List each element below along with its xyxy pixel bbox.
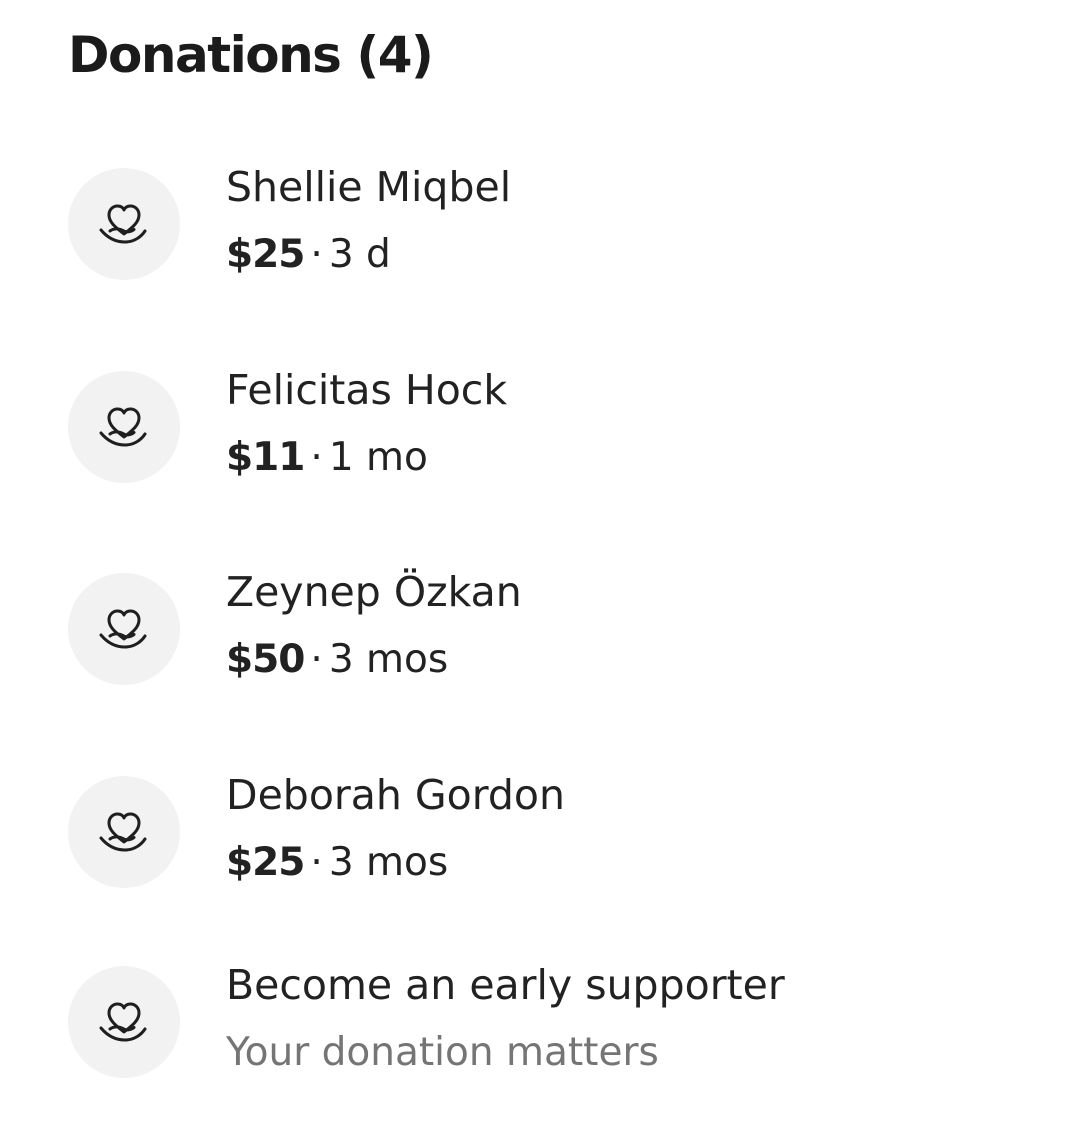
donation-item[interactable]: Zeynep Özkan $50 · 3 mos bbox=[0, 568, 1080, 713]
donor-name: Deborah Gordon bbox=[226, 771, 565, 819]
donation-item[interactable]: Shellie Miqbel $25 · 3 d bbox=[0, 163, 1080, 308]
heart-in-hand-icon bbox=[99, 1002, 147, 1042]
donation-avatar bbox=[68, 573, 180, 685]
donor-name: Felicitas Hock bbox=[226, 366, 508, 414]
separator-dot: · bbox=[310, 637, 323, 682]
separator-dot: · bbox=[310, 840, 323, 885]
donation-avatar bbox=[68, 371, 180, 483]
donor-name: Shellie Miqbel bbox=[226, 163, 512, 211]
separator-dot: · bbox=[310, 232, 323, 277]
separator-dot: · bbox=[310, 435, 323, 480]
early-supporter-subtitle: Your donation matters bbox=[226, 1030, 659, 1075]
donation-details: $25 · 3 mos bbox=[226, 838, 448, 888]
donation-details: $25 · 3 d bbox=[226, 230, 391, 280]
donation-details: $50 · 3 mos bbox=[226, 635, 448, 685]
donation-time: 3 mos bbox=[328, 840, 449, 885]
heart-in-hand-icon bbox=[99, 204, 147, 244]
donation-avatar bbox=[68, 966, 180, 1078]
donation-item[interactable]: Deborah Gordon $25 · 3 mos bbox=[0, 771, 1080, 916]
donation-time: 3 d bbox=[328, 232, 391, 277]
donation-item[interactable]: Felicitas Hock $11 · 1 mo bbox=[0, 366, 1080, 511]
donation-amount: $25 bbox=[226, 840, 305, 885]
early-supporter-item[interactable]: Become an early supporter Your donation … bbox=[0, 961, 1080, 1106]
section-title: Donations (4) bbox=[68, 26, 434, 84]
donation-time: 3 mos bbox=[328, 637, 449, 682]
donation-amount: $25 bbox=[226, 232, 305, 277]
heart-in-hand-icon bbox=[99, 812, 147, 852]
donation-details: $11 · 1 mo bbox=[226, 433, 428, 483]
donation-amount: $50 bbox=[226, 637, 305, 682]
donation-amount: $11 bbox=[226, 435, 305, 480]
early-supporter-title: Become an early supporter bbox=[226, 961, 785, 1009]
donation-time: 1 mo bbox=[328, 435, 428, 480]
donor-name: Zeynep Özkan bbox=[226, 568, 522, 616]
donation-avatar bbox=[68, 776, 180, 888]
donation-avatar bbox=[68, 168, 180, 280]
heart-in-hand-icon bbox=[99, 407, 147, 447]
heart-in-hand-icon bbox=[99, 609, 147, 649]
